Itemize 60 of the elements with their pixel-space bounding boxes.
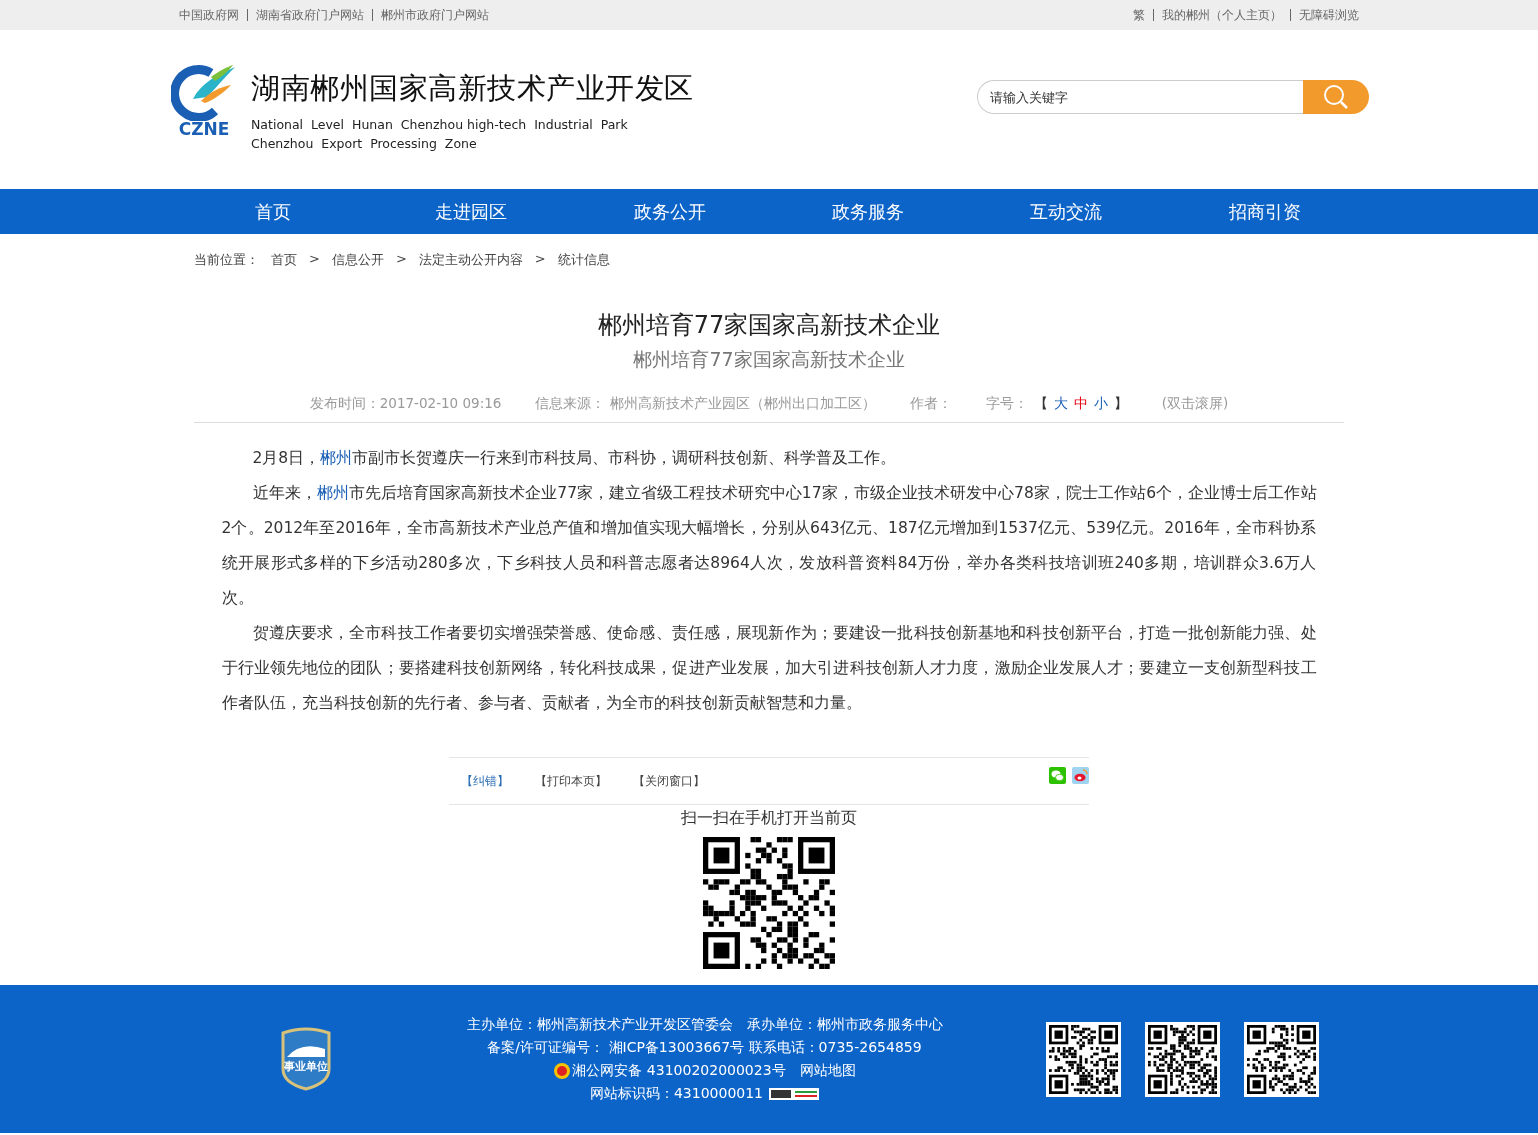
nav-item[interactable]: 政务公开 [570,189,769,234]
top-link[interactable]: 郴州市政府门户网站 [381,6,489,24]
bracket: 【 [1033,395,1048,413]
footer-text: 主办单位：郴州高新技术产业开发区管委会 [466,1015,733,1034]
breadcrumb-link[interactable]: 信息公开 [331,251,384,269]
nav-item[interactable]: 走进园区 [372,189,571,234]
article-paragraph: 近年来，郴州市先后培育国家高新技术企业77家，建立省级工程技术研究中心17家，市级企业技术研发中心78家，院士工作站6个，企业博士后工作站2个。2012年至2016年，全市高新技术产业总产值和增加值实现大幅增长，分别从643亿元、187亿元增加到1537亿元、539亿元。2016年，全市科协系统开展形式多样的下乡活动280多次，下乡科技人员和科普志愿者达8964人次，发放科普资料84万份，举办各类科技培训班240多期，培训群众3.6万人次。 [221,483,1317,609]
keyword-link[interactable]: 郴州 [316,484,349,502]
page-action-link[interactable]: 【纠错】 [461,772,509,790]
search-icon [1322,83,1350,111]
search-field[interactable]: 请输入关键字 [977,80,1303,114]
logo-text: CZNE [178,119,230,139]
wechat-icon[interactable] [1049,766,1066,784]
footer-text: 备案/许可证编号： 湘ICP备13003667号 联系电话：0735-2654859 [487,1038,922,1057]
font-size-link[interactable]: 小 [1093,395,1108,413]
footer-text: 网站标识码：4310000011 [589,1084,764,1103]
breadcrumb-link[interactable]: 统计信息 [557,251,610,269]
breadcrumb-separator: > [534,251,546,268]
breadcrumb-separator: > [395,251,407,268]
qr-caption: 扫一扫在手机打开当前页 [680,808,858,829]
publish-time: 发布时间：2017-02-10 09:16 [309,395,502,413]
nav-item[interactable]: 首页 [174,189,373,234]
breadcrumb-link[interactable]: 首页 [271,251,297,269]
article-subtitle: 郴州培育77家国家高新技术企业 [632,347,906,372]
source-text: 信息来源： 郴州高新技术产业园区（郴州出口加工区） [535,395,876,413]
breadcrumb-label: 当前位置： [194,251,259,269]
nav-item[interactable]: 互动交流 [967,189,1166,234]
weibo-icon[interactable] [1072,766,1089,784]
search-button[interactable] [1303,80,1369,114]
font-size-link[interactable]: 大 [1053,395,1068,413]
page-action-link[interactable]: 【打印本页】 [535,772,607,790]
page-action-link[interactable]: 【关闭窗口】 [633,772,705,790]
institution-badge: 事业单位 [279,1027,333,1091]
police-emblem-icon [553,1061,572,1080]
footer-text: 湘公网安备 43100202000023号 [572,1061,786,1080]
keyword-link[interactable]: 郴州 [320,449,353,467]
breadcrumb-separator: > [309,251,320,268]
site-title: 湖南郴州国家高新技术产业开发区 [251,70,694,107]
nav-item[interactable]: 招商引资 [1165,189,1364,234]
font-size-label: 字号： [985,395,1028,413]
nav-item[interactable]: 政务服务 [769,189,968,234]
logo-icon [171,63,237,121]
breadcrumb-link[interactable]: 法定主动公开内容 [418,251,523,269]
author-label: 作者： [909,395,952,413]
top-link[interactable]: 繁 [1133,6,1145,24]
site-subtitle: National Level Hunan Chenzhou high-tech Industrial Park [251,116,629,134]
cnzz-icon [769,1087,820,1100]
article-paragraph: 贺遵庆要求，全市科技工作者要切实增强荣誉感、使命感、责任感，展现新作为；要建设一批科技创新基地和科技创新平台，打造一批创新能力强、处于行业领先地位的团队；要搭建科技创新网络，转化科技成果，促进产业发展，加大引进科技创新人才力度，激励企业发展人才；要建立一支创新型科技工作者队伍，充当科技创新的先行者、参与者、贡献者，为全市的科技创新贡献智慧和力量。 [221,623,1317,714]
top-link[interactable]: 无障碍浏览 [1299,6,1359,24]
footer-text: 承办单位：郴州市政务服务中心 [746,1015,943,1034]
top-link[interactable]: 湖南省政府门户网站 [256,6,364,24]
site-subtitle: Chenzhou Export Processing Zone [251,135,478,153]
font-size-link[interactable]: 中 [1073,395,1088,413]
bracket: 】 [1113,395,1128,413]
sitemap-link[interactable]: 网站地图 [799,1061,856,1080]
scroll-hint: (双击滚屏) [1161,395,1229,413]
top-link[interactable]: 我的郴州（个人主页） [1162,6,1282,24]
article-paragraph: 2月8日，郴州市副市长贺遵庆一行来到市科技局、市科协，调研科技创新、科学普及工作。 [251,448,898,469]
top-link[interactable]: 中国政府网 [179,6,239,24]
article-title: 郴州培育77家国家高新技术企业 [596,310,942,341]
